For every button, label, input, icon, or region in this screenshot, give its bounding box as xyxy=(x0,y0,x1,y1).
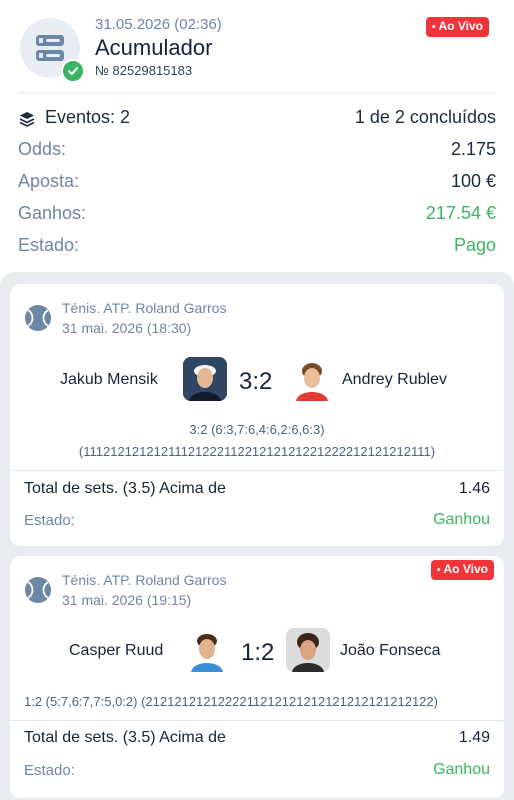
events-label: Eventos: 2 xyxy=(45,107,131,127)
match-date: 31 mai. 2026 (19:15) xyxy=(62,592,192,608)
stake-label: Aposta: xyxy=(18,171,80,191)
divider xyxy=(10,720,504,721)
player-away: Andrey Rublev xyxy=(342,371,447,388)
player-away: João Fonseca xyxy=(340,642,441,659)
divider xyxy=(10,470,504,471)
live-badge: • Ao Vivo xyxy=(426,17,489,37)
bet-header: 31.05.2026 (02:36) Acumulador № 82529815… xyxy=(0,0,514,92)
status-row: Estado: Pago xyxy=(18,235,496,261)
player-home-avatar xyxy=(185,628,229,672)
live-badge: • Ao Vivo xyxy=(431,560,494,580)
event-status-label: Estado: xyxy=(24,762,75,779)
player-away-avatar xyxy=(286,628,330,672)
events-row: Eventos: 2 1 de 2 concluídos xyxy=(18,107,496,133)
odds-label: Odds: xyxy=(18,139,67,159)
bet-number: № 82529815183 xyxy=(95,63,193,78)
stake-row: Aposta: 100 € xyxy=(18,171,496,197)
odds-value: 2.175 xyxy=(450,139,496,159)
winnings-value: 217.54 € xyxy=(425,203,496,223)
tennis-ball-icon xyxy=(25,577,51,603)
point-sequence: (111212121212111212221122121212122122221… xyxy=(78,444,436,459)
bet-date: 31.05.2026 (02:36) xyxy=(95,16,222,33)
event-status-value: Ganhou xyxy=(433,511,490,528)
event-status-value: Ganhou xyxy=(433,761,490,778)
check-icon xyxy=(61,59,85,83)
match-date: 31 mai. 2026 (18:30) xyxy=(62,320,192,336)
winnings-label: Ganhos: xyxy=(18,203,87,223)
status-label: Estado: xyxy=(18,235,80,255)
market-odds: 1.46 xyxy=(458,480,490,497)
bet-title: Acumulador xyxy=(95,35,213,60)
events-value: 1 de 2 concluídos xyxy=(354,107,496,127)
player-home-avatar xyxy=(183,357,227,401)
event-card[interactable]: • Ao Vivo Ténis. ATP. Roland Garros 31 ma… xyxy=(10,556,504,798)
events-list: Ténis. ATP. Roland Garros 31 mai. 2026 (… xyxy=(0,272,514,800)
tennis-ball-icon xyxy=(25,305,51,331)
market-odds: 1.49 xyxy=(458,729,490,746)
event-card[interactable]: Ténis. ATP. Roland Garros 31 mai. 2026 (… xyxy=(10,284,504,546)
event-status-label: Estado: xyxy=(24,512,75,529)
market-name: Total de sets. (3.5) Acima de xyxy=(24,729,226,746)
match-score: 3:2 xyxy=(239,368,273,395)
match-score: 1:2 xyxy=(241,639,275,666)
player-home: Casper Ruud xyxy=(69,642,164,659)
set-scores: 3:2 (6:3,7:6,4:6,2:6,6:3) xyxy=(189,422,325,437)
player-away-avatar xyxy=(290,357,334,401)
player-home: Jakub Mensik xyxy=(60,371,158,388)
odds-row: Odds: 2.175 xyxy=(18,139,496,165)
market-name: Total de sets. (3.5) Acima de xyxy=(24,480,226,497)
league-name: Ténis. ATP. Roland Garros xyxy=(62,572,227,588)
status-value: Pago xyxy=(453,235,496,255)
league-name: Ténis. ATP. Roland Garros xyxy=(62,300,227,316)
divider xyxy=(18,92,496,93)
set-scores: 1:2 (5:7,6:7,7:5,0:2) (21212121212222112… xyxy=(24,694,438,709)
winnings-row: Ganhos: 217.54 € xyxy=(18,203,496,229)
stake-value: 100 € xyxy=(450,171,496,191)
